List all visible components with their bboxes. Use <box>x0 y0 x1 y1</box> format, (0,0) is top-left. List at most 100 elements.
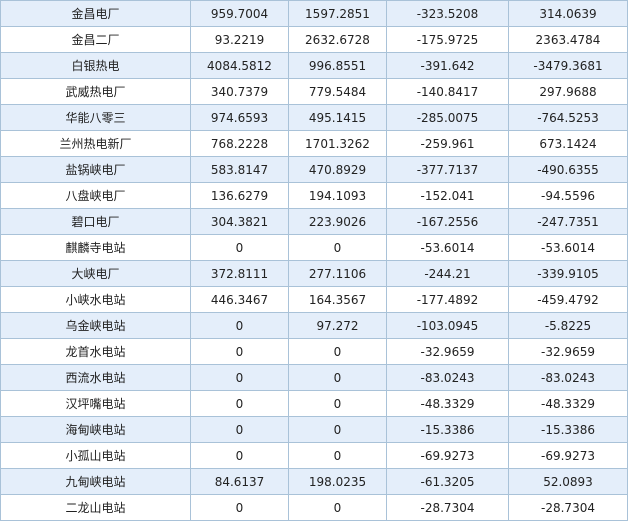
value-col-2-cell: 1597.2851 <box>288 0 387 27</box>
plant-name-cell: 华能八零三 <box>0 104 191 131</box>
plant-name-cell: 碧口电厂 <box>0 208 191 235</box>
table-row: 乌金峡电站 0 97.272 -103.0945 -5.8225 <box>0 312 628 339</box>
plant-name-cell: 金昌二厂 <box>0 26 191 53</box>
value-col-4-cell: -764.5253 <box>508 104 628 131</box>
value-col-1-cell: 583.8147 <box>190 156 289 183</box>
value-col-2-cell: 0 <box>288 390 387 417</box>
value-col-3-cell: -323.5208 <box>386 0 509 27</box>
value-col-1-cell: 84.6137 <box>190 468 289 495</box>
value-col-3-cell: -48.3329 <box>386 390 509 417</box>
table-row: 龙首水电站 0 0 -32.9659 -32.9659 <box>0 338 628 365</box>
value-col-2-cell: 164.3567 <box>288 286 387 313</box>
plant-name-cell: 九甸峡电站 <box>0 468 191 495</box>
value-col-3-cell: -61.3205 <box>386 468 509 495</box>
value-col-3-cell: -391.642 <box>386 52 509 79</box>
value-col-4-cell: -28.7304 <box>508 494 628 521</box>
table-row: 海甸峡电站 0 0 -15.3386 -15.3386 <box>0 416 628 443</box>
table-row: 西流水电站 0 0 -83.0243 -83.0243 <box>0 364 628 391</box>
value-col-4-cell: 314.0639 <box>508 0 628 27</box>
value-col-4-cell: 2363.4784 <box>508 26 628 53</box>
value-col-1-cell: 304.3821 <box>190 208 289 235</box>
value-col-3-cell: -175.9725 <box>386 26 509 53</box>
value-col-1-cell: 0 <box>190 390 289 417</box>
value-col-2-cell: 198.0235 <box>288 468 387 495</box>
table-row: 麒麟寺电站 0 0 -53.6014 -53.6014 <box>0 234 628 261</box>
value-col-2-cell: 0 <box>288 364 387 391</box>
plant-name-cell: 盐锅峡电厂 <box>0 156 191 183</box>
value-col-3-cell: -259.961 <box>386 130 509 157</box>
value-col-3-cell: -140.8417 <box>386 78 509 105</box>
plant-name-cell: 兰州热电新厂 <box>0 130 191 157</box>
table-row: 八盘峡电厂 136.6279 194.1093 -152.041 -94.5596 <box>0 182 628 209</box>
table-row: 九甸峡电站 84.6137 198.0235 -61.3205 52.0893 <box>0 468 628 495</box>
value-col-4-cell: -94.5596 <box>508 182 628 209</box>
value-col-4-cell: -32.9659 <box>508 338 628 365</box>
value-col-3-cell: -83.0243 <box>386 364 509 391</box>
value-col-1-cell: 446.3467 <box>190 286 289 313</box>
value-col-4-cell: -53.6014 <box>508 234 628 261</box>
value-col-2-cell: 0 <box>288 494 387 521</box>
table-row: 武威热电厂 340.7379 779.5484 -140.8417 297.9688 <box>0 78 628 105</box>
table-body: 金昌电厂 959.7004 1597.2851 -323.5208 314.0639 金昌… <box>0 0 628 521</box>
plant-name-cell: 白银热电 <box>0 52 191 79</box>
plant-name-cell: 汉坪嘴电站 <box>0 390 191 417</box>
value-col-2-cell: 495.1415 <box>288 104 387 131</box>
value-col-4-cell: 673.1424 <box>508 130 628 157</box>
value-col-4-cell: -48.3329 <box>508 390 628 417</box>
value-col-2-cell: 470.8929 <box>288 156 387 183</box>
value-col-1-cell: 974.6593 <box>190 104 289 131</box>
value-col-3-cell: -285.0075 <box>386 104 509 131</box>
value-col-1-cell: 4084.5812 <box>190 52 289 79</box>
value-col-3-cell: -69.9273 <box>386 442 509 469</box>
table-row: 盐锅峡电厂 583.8147 470.8929 -377.7137 -490.6355 <box>0 156 628 183</box>
value-col-3-cell: -177.4892 <box>386 286 509 313</box>
value-col-1-cell: 0 <box>190 338 289 365</box>
table-row: 兰州热电新厂 768.2228 1701.3262 -259.961 673.1424 <box>0 130 628 157</box>
plant-name-cell: 八盘峡电厂 <box>0 182 191 209</box>
value-col-4-cell: -339.9105 <box>508 260 628 287</box>
table-row: 小孤山电站 0 0 -69.9273 -69.9273 <box>0 442 628 469</box>
table-row: 二龙山电站 0 0 -28.7304 -28.7304 <box>0 494 628 521</box>
plant-name-cell: 二龙山电站 <box>0 494 191 521</box>
value-col-4-cell: -69.9273 <box>508 442 628 469</box>
value-col-2-cell: 0 <box>288 442 387 469</box>
value-col-3-cell: -32.9659 <box>386 338 509 365</box>
plant-name-cell: 麒麟寺电站 <box>0 234 191 261</box>
value-col-1-cell: 0 <box>190 494 289 521</box>
plant-name-cell: 乌金峡电站 <box>0 312 191 339</box>
value-col-3-cell: -15.3386 <box>386 416 509 443</box>
value-col-2-cell: 779.5484 <box>288 78 387 105</box>
value-col-3-cell: -53.6014 <box>386 234 509 261</box>
plant-name-cell: 龙首水电站 <box>0 338 191 365</box>
value-col-4-cell: -5.8225 <box>508 312 628 339</box>
value-col-2-cell: 0 <box>288 338 387 365</box>
value-col-4-cell: 297.9688 <box>508 78 628 105</box>
data-table: 金昌电厂 959.7004 1597.2851 -323.5208 314.0639 金昌… <box>0 0 628 521</box>
value-col-2-cell: 1701.3262 <box>288 130 387 157</box>
value-col-2-cell: 996.8551 <box>288 52 387 79</box>
plant-name-cell: 大峡电厂 <box>0 260 191 287</box>
value-col-2-cell: 97.272 <box>288 312 387 339</box>
value-col-1-cell: 959.7004 <box>190 0 289 27</box>
value-col-2-cell: 223.9026 <box>288 208 387 235</box>
value-col-1-cell: 768.2228 <box>190 130 289 157</box>
value-col-2-cell: 194.1093 <box>288 182 387 209</box>
value-col-1-cell: 0 <box>190 416 289 443</box>
value-col-4-cell: -15.3386 <box>508 416 628 443</box>
value-col-3-cell: -244.21 <box>386 260 509 287</box>
value-col-1-cell: 0 <box>190 312 289 339</box>
value-col-3-cell: -28.7304 <box>386 494 509 521</box>
value-col-2-cell: 0 <box>288 416 387 443</box>
table-row: 华能八零三 974.6593 495.1415 -285.0075 -764.5253 <box>0 104 628 131</box>
value-col-1-cell: 372.8111 <box>190 260 289 287</box>
table-row: 碧口电厂 304.3821 223.9026 -167.2556 -247.7351 <box>0 208 628 235</box>
table-row: 大峡电厂 372.8111 277.1106 -244.21 -339.9105 <box>0 260 628 287</box>
value-col-1-cell: 0 <box>190 364 289 391</box>
plant-name-cell: 武威热电厂 <box>0 78 191 105</box>
value-col-4-cell: -490.6355 <box>508 156 628 183</box>
value-col-3-cell: -152.041 <box>386 182 509 209</box>
table-row: 金昌二厂 93.2219 2632.6728 -175.9725 2363.4784 <box>0 26 628 53</box>
value-col-4-cell: -83.0243 <box>508 364 628 391</box>
value-col-1-cell: 0 <box>190 442 289 469</box>
value-col-4-cell: -459.4792 <box>508 286 628 313</box>
